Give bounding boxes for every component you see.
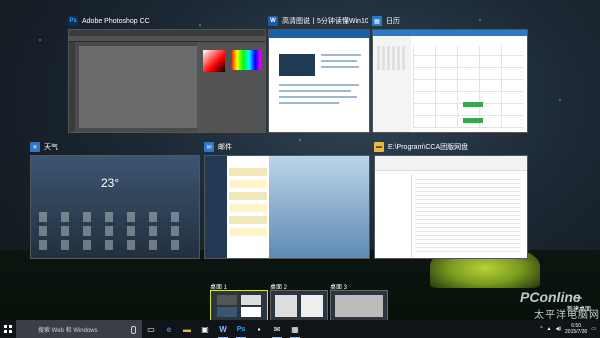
desktop-preview[interactable] xyxy=(210,290,268,322)
window-browser[interactable]: W 高清图说丨5分钟读懂Win10正式版... xyxy=(268,14,370,133)
mail-taskbar-icon[interactable]: ✉ xyxy=(268,320,286,338)
window-title-bar: Ps Adobe Photoshop CC xyxy=(68,14,150,28)
folder-icon: ▬ xyxy=(374,142,384,152)
article-image xyxy=(279,54,315,76)
mail-icon: ✉ xyxy=(204,142,214,152)
photoshop-icon: Ps xyxy=(68,16,78,26)
search-placeholder: 搜索 Web 和 Windows xyxy=(38,327,98,334)
window-weather[interactable]: ☀ 天气 23° xyxy=(30,140,200,259)
window-title-bar: ✉ 邮件 xyxy=(204,140,232,154)
calendar-icon: ▦ xyxy=(372,16,382,26)
window-title-bar: ▬ E:\Program\CCA团版网盘 xyxy=(374,140,468,154)
taskbar: 搜索 Web 和 Windows ▭ e ▬ ▣ W Ps ▪ ✉ ▦ ^ ▲ … xyxy=(0,320,600,338)
window-title: E:\Program\CCA团版网盘 xyxy=(388,144,469,151)
ps-toolbar xyxy=(69,42,75,132)
action-center-icon[interactable]: ▭ xyxy=(591,326,596,332)
window-thumbnail[interactable] xyxy=(204,155,370,259)
window-thumbnail[interactable] xyxy=(372,29,528,133)
window-title-bar: W 高清图说丨5分钟读懂Win10正式版... xyxy=(268,14,368,28)
weather-sun-icon: ☀ xyxy=(30,142,40,152)
window-title: 日历 xyxy=(386,18,400,25)
photoshop-taskbar-icon[interactable]: Ps xyxy=(232,320,250,338)
task-view-icon[interactable]: ▭ xyxy=(142,320,160,338)
window-thumbnail[interactable] xyxy=(68,29,266,133)
desktop-preview[interactable] xyxy=(330,290,388,322)
tray-chevron-icon[interactable]: ^ xyxy=(540,326,542,332)
clock-date: 2015/7/30 xyxy=(565,329,588,335)
virtual-desktops-strip: 桌面 1 桌面 2 桌面 3 xyxy=(0,282,600,322)
window-title-bar: ▦ 日历 xyxy=(372,14,400,28)
clock[interactable]: 6:50 2015/7/30 xyxy=(565,323,587,335)
browser-app-icon: W xyxy=(268,16,278,26)
window-title-bar: ☀ 天气 xyxy=(30,140,58,154)
volume-icon[interactable]: ◀) xyxy=(556,326,562,332)
photos-icon[interactable]: ▪ xyxy=(250,320,268,338)
window-title: 天气 xyxy=(44,144,58,151)
window-thumbnail[interactable] xyxy=(374,155,528,259)
calendar-event xyxy=(463,102,483,107)
search-box[interactable]: 搜索 Web 和 Windows xyxy=(16,320,142,338)
network-icon[interactable]: ▲ xyxy=(547,326,552,332)
file-list xyxy=(415,176,521,252)
window-title: 邮件 xyxy=(218,144,232,151)
word-app-icon[interactable]: W xyxy=(214,320,232,338)
window-thumbnail[interactable] xyxy=(268,29,370,133)
edge-icon[interactable]: e xyxy=(160,320,178,338)
calendar-event xyxy=(463,118,483,123)
calendar-grid xyxy=(413,46,523,128)
desktop-preview[interactable] xyxy=(270,290,328,322)
window-calendar[interactable]: ▦ 日历 xyxy=(372,14,528,133)
window-photoshop[interactable]: Ps Adobe Photoshop CC xyxy=(68,14,266,133)
file-explorer-icon[interactable]: ▬ xyxy=(178,320,196,338)
watermark-subtitle: 太平洋电脑网 xyxy=(534,310,600,321)
ps-panels xyxy=(197,42,265,132)
window-thumbnail[interactable]: 23° xyxy=(30,155,200,259)
windows-logo-icon xyxy=(4,325,12,333)
start-button[interactable] xyxy=(0,320,16,338)
window-file-explorer[interactable]: ▬ E:\Program\CCA团版网盘 xyxy=(374,140,528,259)
window-title: Adobe Photoshop CC xyxy=(82,17,150,25)
watermark-logo: PConline xyxy=(520,289,581,305)
store-icon[interactable]: ▣ xyxy=(196,320,214,338)
system-tray: ^ ▲ ◀) 6:50 2015/7/30 ▭ xyxy=(540,323,600,335)
window-title: 高清图说丨5分钟读懂Win10正式版... xyxy=(282,18,368,25)
microphone-icon[interactable] xyxy=(131,326,136,334)
navigation-pane xyxy=(375,174,412,258)
calendar-taskbar-icon[interactable]: ▦ xyxy=(286,320,304,338)
weather-temperature: 23° xyxy=(101,176,120,190)
window-mail[interactable]: ✉ 邮件 xyxy=(204,140,370,259)
